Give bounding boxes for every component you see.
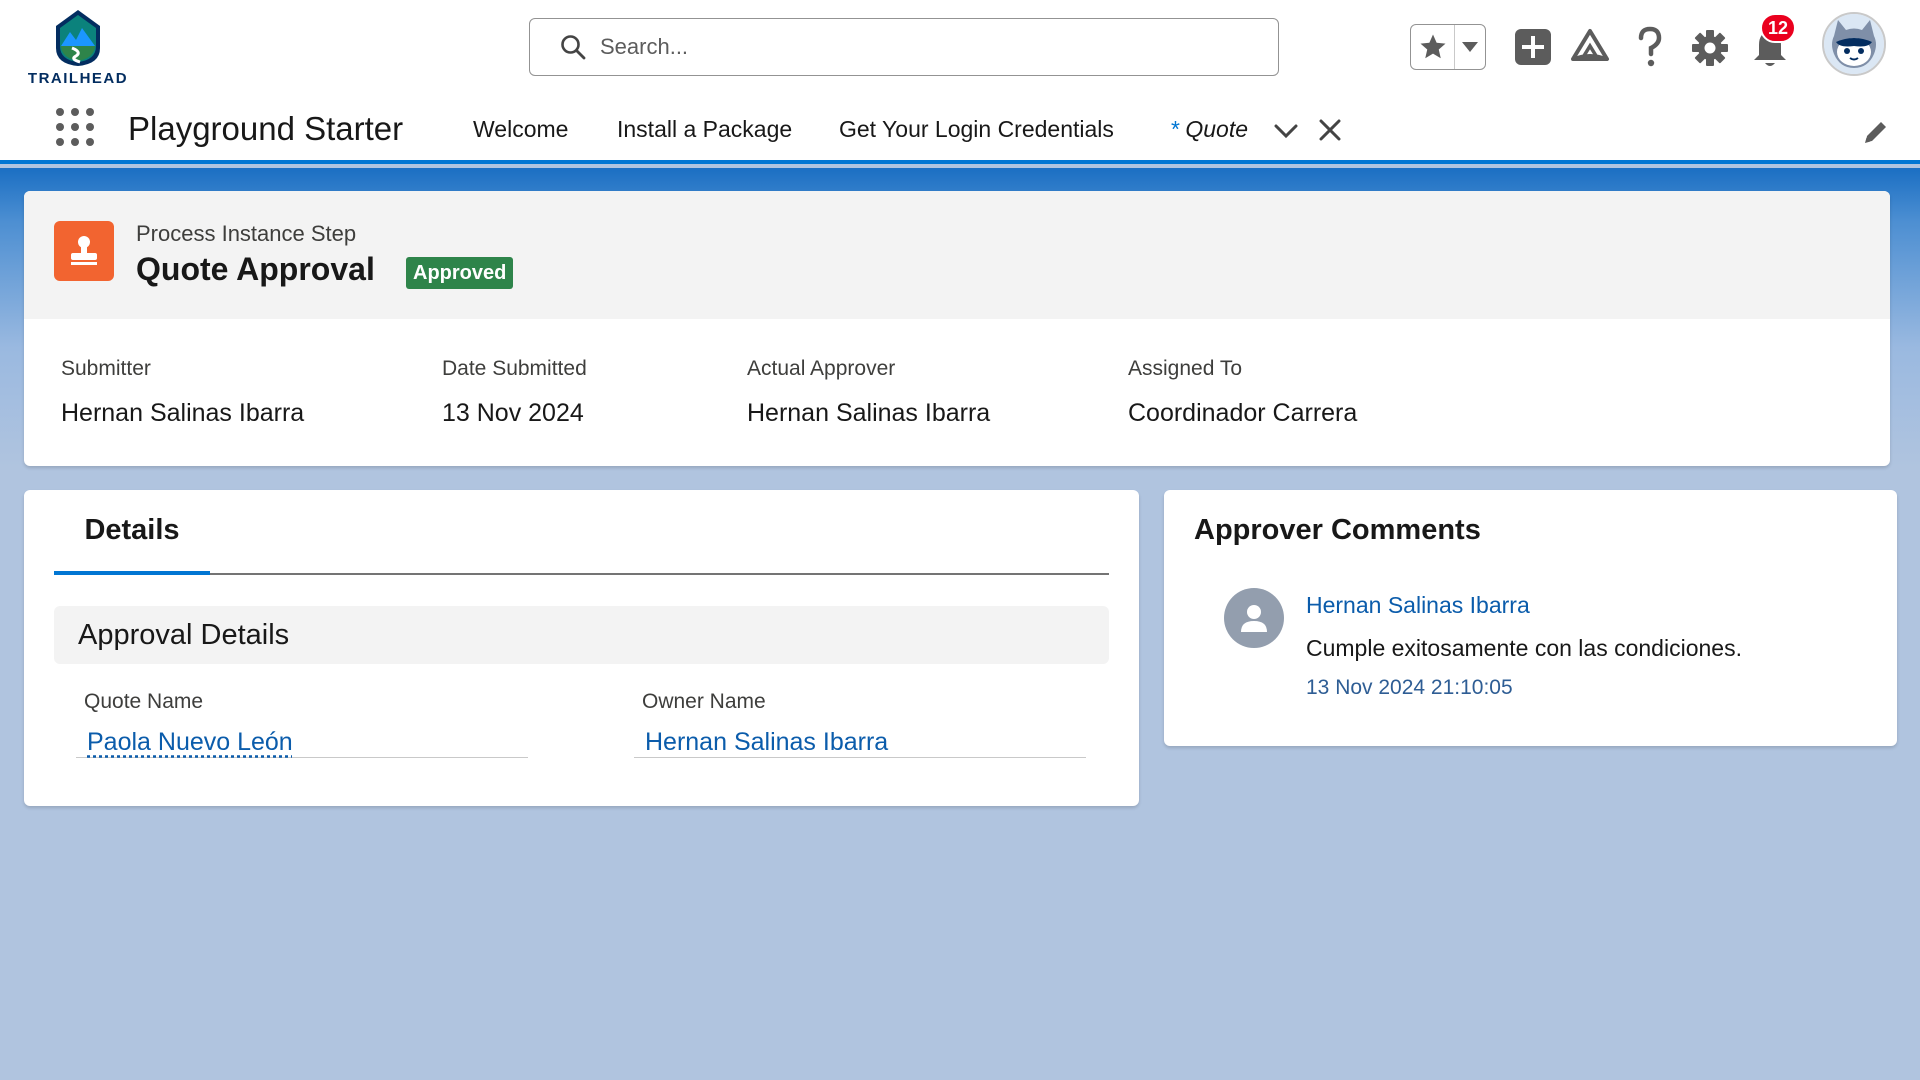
nav-tab-quote[interactable]: * Quote bbox=[1170, 116, 1248, 143]
approver-comments-title: Approver Comments bbox=[1194, 514, 1481, 546]
owner-name-field: Owner Name Hernan Salinas Ibarra bbox=[634, 690, 1086, 758]
trailhead-logo-icon bbox=[56, 10, 100, 66]
caret-down-icon bbox=[1462, 42, 1478, 52]
field-label: Quote Name bbox=[84, 690, 204, 713]
app-launcher-dot bbox=[86, 108, 94, 116]
unsaved-indicator: * bbox=[1170, 116, 1179, 142]
status-badge: Approved bbox=[406, 257, 514, 289]
approver-comments-card: Approver Comments Hernan Salinas Ibarra … bbox=[1164, 490, 1897, 746]
add-icon bbox=[1515, 29, 1551, 65]
quote-name-link[interactable]: Paola Nuevo León bbox=[76, 728, 528, 757]
highlight-label: Actual Approver bbox=[747, 357, 896, 380]
chevron-down-icon bbox=[1274, 124, 1298, 139]
owner-name-link[interactable]: Hernan Salinas Ibarra bbox=[634, 728, 1086, 757]
app-launcher-dot bbox=[86, 123, 94, 131]
record-header-card: Process Instance Step Quote Approval App… bbox=[24, 191, 1890, 466]
nav-item-install-package[interactable]: Install a Package bbox=[617, 116, 792, 143]
highlight-value: 13 Nov 2024 bbox=[442, 399, 584, 427]
highlight-label: Date Submitted bbox=[442, 357, 587, 380]
user-avatar-button[interactable] bbox=[1822, 12, 1886, 76]
favorites-dropdown-button[interactable] bbox=[1455, 25, 1485, 69]
details-card: Details Approval Details Quote Name Paol… bbox=[24, 490, 1139, 806]
record-type-label: Process Instance Step bbox=[136, 221, 357, 246]
nav-tab-menu-button[interactable] bbox=[1273, 120, 1299, 147]
app-launcher-dot bbox=[71, 123, 79, 131]
record-title: Quote Approval bbox=[136, 251, 375, 287]
global-search[interactable] bbox=[529, 18, 1279, 76]
gear-icon bbox=[1692, 30, 1728, 66]
comment-text: Cumple exitosamente con las condiciones. bbox=[1306, 635, 1742, 661]
app-launcher-dot bbox=[56, 123, 64, 131]
comment-timestamp: 13 Nov 2024 21:10:05 bbox=[1306, 676, 1513, 699]
highlight-submitter: Submitter Hernan Salinas Ibarra bbox=[61, 357, 304, 428]
logo-text: TRAILHEAD bbox=[27, 70, 129, 87]
highlight-value: Hernan Salinas Ibarra bbox=[61, 399, 305, 427]
help-icon bbox=[1638, 26, 1662, 67]
edit-nav-button[interactable] bbox=[1862, 118, 1890, 151]
nav-item-login-credentials[interactable]: Get Your Login Credentials bbox=[839, 116, 1114, 143]
global-actions-button[interactable] bbox=[1512, 26, 1554, 68]
app-launcher-dot bbox=[56, 108, 64, 116]
quote-name-field: Quote Name Paola Nuevo León bbox=[76, 690, 528, 758]
highlight-label: Submitter bbox=[61, 357, 151, 380]
nav-tab-quote-label: Quote bbox=[1185, 116, 1248, 142]
highlight-label: Assigned To bbox=[1128, 357, 1243, 380]
nav-item-welcome[interactable]: Welcome bbox=[473, 116, 568, 143]
highlight-value: Coordinador Carrera bbox=[1128, 399, 1358, 427]
process-step-icon bbox=[54, 221, 114, 281]
app-launcher-button[interactable] bbox=[54, 106, 96, 148]
favorite-button[interactable] bbox=[1411, 25, 1455, 69]
help-button[interactable] bbox=[1630, 24, 1670, 70]
star-icon bbox=[1420, 34, 1445, 59]
app-nav-bar: Playground Starter Welcome Install a Pac… bbox=[0, 98, 1920, 164]
favorites-group bbox=[1410, 24, 1486, 70]
comment-user-avatar[interactable] bbox=[1224, 588, 1284, 648]
field-label: Owner Name bbox=[642, 690, 766, 713]
highlight-date-submitted: Date Submitted 13 Nov 2024 bbox=[442, 357, 587, 428]
app-launcher-dot bbox=[71, 138, 79, 146]
nav-tab-close-button[interactable] bbox=[1318, 118, 1342, 147]
close-icon bbox=[1319, 119, 1341, 141]
pencil-icon bbox=[1865, 122, 1886, 143]
search-input[interactable] bbox=[600, 34, 1240, 60]
app-launcher-dot bbox=[86, 138, 94, 146]
trailhead-logo[interactable]: TRAILHEAD bbox=[26, 8, 130, 88]
app-launcher-dot bbox=[56, 138, 64, 146]
details-tab-strip: Details bbox=[54, 490, 1109, 575]
trailhead-guidance-button[interactable] bbox=[1568, 26, 1612, 68]
record-header-top: Process Instance Step Quote Approval App… bbox=[24, 191, 1890, 319]
app-launcher-dot bbox=[71, 108, 79, 116]
search-icon bbox=[560, 34, 586, 60]
approval-details-section-header[interactable]: Approval Details bbox=[54, 606, 1109, 664]
notification-count-badge: 12 bbox=[1760, 13, 1796, 43]
comment-author-link[interactable]: Hernan Salinas Ibarra bbox=[1306, 592, 1530, 619]
app-name: Playground Starter bbox=[128, 110, 404, 147]
highlight-assigned-to: Assigned To Coordinador Carrera bbox=[1128, 357, 1357, 428]
highlight-actual-approver: Actual Approver Hernan Salinas Ibarra bbox=[747, 357, 990, 428]
avatar-icon bbox=[1824, 14, 1884, 74]
user-icon bbox=[1241, 605, 1267, 632]
trailhead-icon bbox=[1571, 29, 1609, 61]
highlight-value: Hernan Salinas Ibarra bbox=[747, 399, 991, 427]
tab-details[interactable]: Details bbox=[54, 490, 210, 575]
setup-button[interactable] bbox=[1688, 26, 1732, 70]
global-header: TRAILHEAD Search... 12 bbox=[0, 0, 1920, 98]
